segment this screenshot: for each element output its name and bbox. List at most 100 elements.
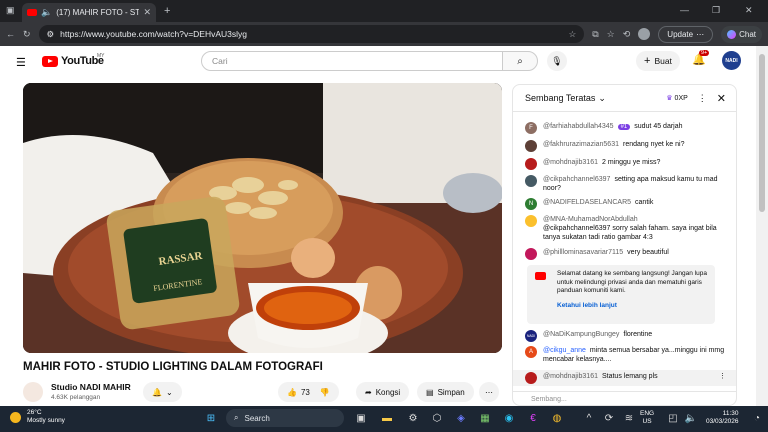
extensions-icon[interactable]: ⧉	[592, 29, 598, 40]
weather-text: Mostly sunny	[27, 417, 65, 424]
close-chat-icon[interactable]: ✕	[717, 92, 726, 105]
speaker-icon[interactable]: 🔈	[41, 7, 52, 18]
security-icon[interactable]: ◈	[452, 409, 470, 427]
youtube-play-icon	[42, 55, 58, 67]
temperature: 26°C	[27, 409, 42, 416]
save-button[interactable]: ▤ Simpan	[417, 382, 474, 402]
voice-search-button[interactable]: 🎙	[547, 51, 567, 71]
channel-avatar[interactable]	[23, 382, 43, 402]
update-button[interactable]: Update ⋯	[658, 25, 714, 43]
message-author[interactable]: @philllominasavariar7115	[543, 249, 623, 256]
message-author[interactable]: @MNA-MuhamadNorAbdullah	[543, 215, 726, 224]
account-avatar[interactable]: NADI	[722, 51, 741, 70]
search-button[interactable]: ⌕	[502, 51, 538, 71]
youtube-logo[interactable]: YouTube MY	[42, 53, 105, 67]
thumbs-down-icon[interactable]: 👎	[320, 388, 330, 397]
user-avatar: A	[525, 346, 537, 358]
site-info-icon[interactable]: ⚙	[47, 29, 55, 40]
like-button[interactable]: 👍 73 👎	[278, 382, 339, 402]
chat-input[interactable]: Sembang...	[513, 391, 736, 405]
message-author[interactable]: @NaDiKampungBungey	[543, 331, 619, 338]
user-avatar: N	[525, 198, 537, 210]
bookmark-star-icon[interactable]: ☆	[569, 29, 577, 40]
address-bar[interactable]: ⚙ https://www.youtube.com/watch?v=DEHvAU…	[38, 25, 585, 43]
calculator-icon[interactable]: ▦	[476, 409, 494, 427]
plus-icon: +	[644, 55, 651, 67]
message-author[interactable]: @cikpahchannel6397	[543, 176, 610, 183]
start-icon[interactable]: ⊞	[202, 409, 220, 427]
message-author[interactable]: @cikgu_anne	[543, 347, 586, 354]
more-vertical-icon[interactable]: ⋮	[719, 372, 726, 384]
search-input[interactable]: Cari	[201, 51, 503, 71]
message-author[interactable]: @farhiahabdullah4345	[543, 123, 614, 130]
profile-icon[interactable]	[638, 28, 651, 40]
tin-can	[443, 173, 502, 213]
sync-icon[interactable]: ⟳	[600, 409, 618, 427]
edge-icon[interactable]: ◉	[500, 409, 518, 427]
page-scrollbar[interactable]	[756, 46, 768, 410]
share-label: Kongsi	[375, 387, 401, 397]
more-actions-button[interactable]: ⋯	[479, 382, 499, 402]
minimize-icon[interactable]: —	[680, 5, 689, 15]
user-avatar: F	[525, 122, 537, 134]
language-indicator[interactable]: ENG US	[640, 410, 654, 426]
message-text: @cikpahchannel6397 sorry salah faham. sa…	[543, 225, 717, 241]
video-player[interactable]: RASSAR FLORENTINE	[23, 83, 502, 353]
store-icon[interactable]: ⬡	[428, 409, 446, 427]
bell-icon: 🔔	[152, 387, 162, 397]
channel-name[interactable]: Studio NADI MAHIR	[51, 382, 131, 392]
chevron-down-icon: ⌄	[598, 92, 606, 103]
close-window-icon[interactable]: ✕	[745, 5, 753, 16]
message-author[interactable]: @fakhrurazimazian5631	[543, 141, 619, 148]
notification-center-icon[interactable]: ◔	[748, 409, 766, 427]
tab-actions-icon[interactable]: ▣	[6, 5, 15, 16]
network-icon[interactable]: ◰	[664, 409, 682, 427]
weather-widget[interactable]: 26°C Mostly sunny	[10, 409, 65, 425]
notification-bell-button[interactable]: 🔔 ⌄	[143, 382, 182, 402]
taskbar-search[interactable]: ⌕ Search	[226, 409, 344, 427]
chat-message: @fakhrurazimazian5631 rendang nyet ke ni?	[525, 140, 730, 152]
create-button[interactable]: + Buat	[636, 51, 680, 71]
settings-icon[interactable]: ⚙	[404, 409, 422, 427]
new-tab-icon[interactable]: +	[164, 5, 170, 17]
favorites-icon[interactable]: ☆	[607, 29, 615, 40]
maximize-icon[interactable]: ❐	[712, 5, 720, 16]
subscriber-count: 4.63K pelanggan	[51, 394, 101, 401]
user-avatar: NADI	[525, 330, 537, 342]
scrollbar-thumb[interactable]	[759, 54, 765, 212]
volume-icon[interactable]: 🔈	[682, 409, 700, 427]
notifications-button[interactable]: 🔔 9+	[692, 50, 710, 66]
share-icon: ➦	[365, 387, 372, 397]
browser-tab[interactable]: 🔈 (17) MAHIR FOTO - STUDIO LI ✕	[22, 3, 156, 22]
chevron-down-icon: ⌄	[165, 387, 173, 397]
learn-more-link[interactable]: Ketahui lebih lanjut	[557, 302, 709, 311]
wifi-icon[interactable]: ≋	[620, 409, 638, 427]
tray-chevron-icon[interactable]: ^	[580, 409, 598, 427]
clock[interactable]: 11:30 03/03/2026	[706, 410, 739, 426]
copilot-chat-button[interactable]: Chat	[721, 25, 762, 43]
file-explorer-icon[interactable]: ▬	[378, 409, 396, 427]
more-vertical-icon[interactable]: ⋮	[698, 93, 707, 104]
share-button[interactable]: ➦ Kongsi	[356, 382, 410, 402]
message-text: rendang nyet ke ni?	[622, 141, 685, 148]
url-text: https://www.youtube.com/watch?v=DEHvAU3s…	[60, 29, 248, 39]
message-author[interactable]: @mohdnajib3161	[543, 159, 598, 166]
reload-icon[interactable]: ↻	[23, 29, 31, 40]
user-avatar	[525, 215, 537, 227]
message-author[interactable]: @NADIFELDASELANCAR5	[543, 199, 631, 206]
message-author[interactable]: @mohdnajib3161	[543, 373, 598, 380]
history-icon[interactable]: ⟲	[623, 29, 631, 40]
chat-header: Sembang Teratas ⌄ ♛ 0XP ⋮ ✕	[513, 85, 736, 112]
task-view-icon[interactable]: ▣	[352, 409, 370, 427]
close-tab-icon[interactable]: ✕	[143, 7, 151, 18]
back-icon[interactable]: ←	[6, 29, 15, 39]
chat-message: N @NADIFELDASELANCAR5 cantik	[525, 198, 730, 210]
live-chat-panel: Sembang Teratas ⌄ ♛ 0XP ⋮ ✕ F @farhiahabd…	[512, 84, 737, 406]
rank-badge: #1	[617, 124, 631, 130]
chrome-icon[interactable]: ◍	[548, 409, 566, 427]
chat-mode-dropdown[interactable]: Sembang Teratas	[525, 93, 595, 103]
app-icon[interactable]: €	[524, 409, 542, 427]
chat-message: @cikpahchannel6397 setting apa maksud kam…	[525, 175, 730, 193]
points-badge[interactable]: ♛ 0XP	[666, 94, 688, 103]
hamburger-menu-icon[interactable]: ☰	[16, 56, 26, 69]
